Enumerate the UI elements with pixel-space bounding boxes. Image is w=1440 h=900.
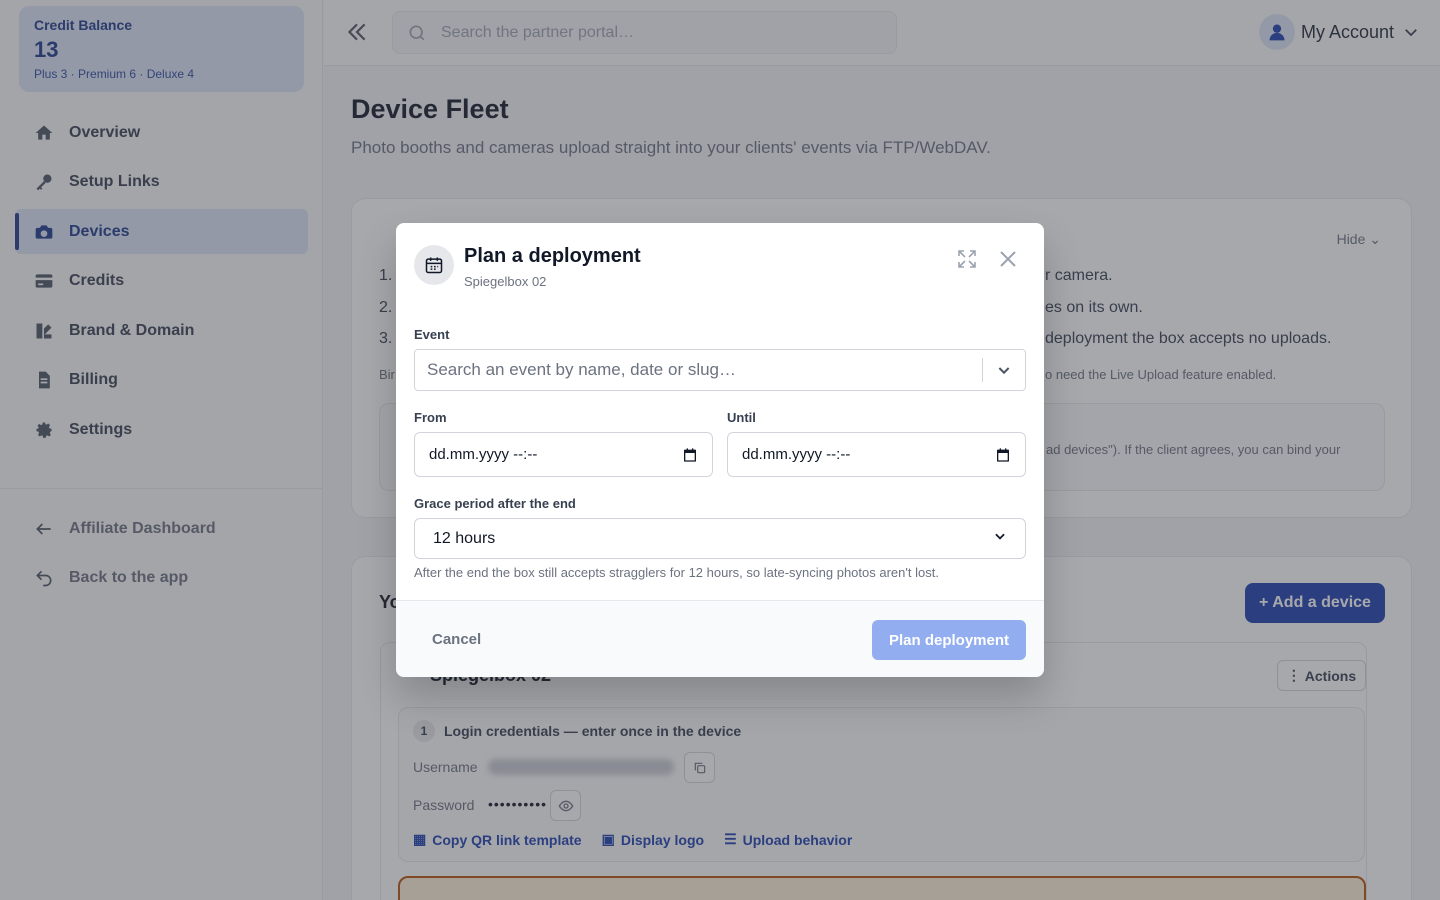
chevron-down-icon: [993, 529, 1007, 548]
grace-period-help: After the end the box still accepts stra…: [414, 565, 939, 580]
grace-period-label: Grace period after the end: [414, 496, 576, 511]
chevron-down-icon[interactable]: [983, 362, 1025, 378]
dialog-subtitle: Spiegelbox 02: [464, 274, 547, 289]
dialog-title: Plan a deployment: [464, 245, 641, 267]
until-datetime-value: dd.mm.yyyy --:--: [742, 446, 851, 463]
calendar-picker-icon[interactable]: [682, 447, 698, 463]
event-label: Event: [414, 327, 450, 342]
event-search-combobox[interactable]: Search an event by name, date or slug…: [414, 349, 1026, 391]
close-icon: [1000, 251, 1016, 267]
grace-period-value: 12 hours: [433, 529, 496, 547]
dialog-footer: Cancel Plan deployment: [396, 600, 1044, 677]
expand-icon: [958, 250, 976, 268]
until-label: Until: [727, 410, 756, 425]
expand-dialog-button[interactable]: [955, 247, 979, 271]
cancel-button[interactable]: Cancel: [432, 631, 481, 648]
plan-deployment-button[interactable]: Plan deployment: [872, 620, 1026, 660]
plan-deployment-dialog: Plan a deployment Spiegelbox 02 Event Se…: [396, 223, 1044, 677]
from-datetime-input[interactable]: dd.mm.yyyy --:--: [414, 432, 713, 477]
from-label: From: [414, 410, 447, 425]
calendar-picker-icon[interactable]: [995, 447, 1011, 463]
calendar-icon: [414, 245, 454, 285]
close-dialog-button[interactable]: [996, 247, 1020, 271]
grace-period-select[interactable]: 12 hours: [414, 518, 1026, 559]
until-datetime-input[interactable]: dd.mm.yyyy --:--: [727, 432, 1026, 477]
from-datetime-value: dd.mm.yyyy --:--: [429, 446, 538, 463]
event-search-placeholder: Search an event by name, date or slug…: [427, 360, 737, 379]
